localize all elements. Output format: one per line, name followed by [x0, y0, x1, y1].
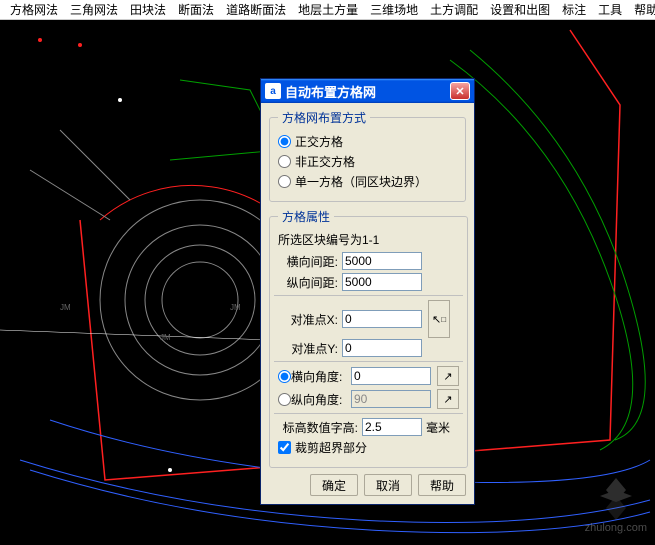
alignx-label: 对准点X: [278, 311, 338, 328]
clip-checkbox[interactable] [278, 441, 291, 454]
hangle-input[interactable] [351, 367, 431, 385]
vangle-radio[interactable] [278, 393, 291, 406]
watermark: zhulong.com [585, 472, 647, 534]
ok-button[interactable]: 确定 [310, 474, 358, 496]
layout-mode-group: 方格网布置方式 正交方格非正交方格单一方格（同区块边界） [269, 109, 466, 202]
clip-label: 裁剪超界部分 [295, 439, 367, 456]
svg-text:JM: JM [230, 303, 241, 312]
vangle-input [351, 390, 431, 408]
menu-item-7[interactable]: 土方调配 [424, 1, 484, 18]
auto-grid-dialog: a 自动布置方格网 ✕ 方格网布置方式 正交方格非正交方格单一方格（同区块边界）… [260, 78, 475, 505]
menu-item-11[interactable]: 帮助 [628, 1, 655, 18]
menu-item-10[interactable]: 工具 [592, 1, 628, 18]
layout-radio-label-0: 正交方格 [295, 133, 343, 150]
svg-text:JM: JM [60, 303, 71, 312]
vangle-label: 纵向角度: [291, 391, 347, 408]
hspacing-label: 横向间距: [278, 253, 338, 270]
layout-radio-1[interactable] [278, 155, 291, 168]
help-button[interactable]: 帮助 [418, 474, 466, 496]
layout-radio-0[interactable] [278, 135, 291, 148]
menu-item-9[interactable]: 标注 [556, 1, 592, 18]
pick-point-button[interactable]: ↖□ [428, 300, 450, 338]
watermark-text: zhulong.com [585, 522, 647, 534]
menu-item-8[interactable]: 设置和出图 [484, 1, 556, 18]
menu-item-6[interactable]: 三维场地 [364, 1, 424, 18]
layout-radio-label-2: 单一方格（同区块边界） [295, 173, 427, 190]
layout-radio-2[interactable] [278, 175, 291, 188]
vspacing-label: 纵向间距: [278, 274, 338, 291]
alignx-input[interactable] [342, 310, 422, 328]
grid-attr-group: 方格属性 所选区块编号为1-1 横向间距: 纵向间距: 对准点X: ↖□ 对准点… [269, 208, 468, 468]
layout-mode-legend: 方格网布置方式 [278, 109, 370, 126]
aligny-label: 对准点Y: [278, 340, 338, 357]
menubar: 方格网法三角网法田块法断面法道路断面法地层土方量三维场地土方调配设置和出图标注工… [0, 0, 655, 20]
svg-text:JM: JM [160, 333, 171, 342]
menu-item-4[interactable]: 道路断面法 [220, 1, 292, 18]
hangle-radio[interactable] [278, 370, 291, 383]
dialog-title: 自动布置方格网 [285, 82, 450, 101]
aligny-input[interactable] [342, 339, 422, 357]
textheight-unit: 毫米 [426, 419, 450, 436]
menu-item-1[interactable]: 三角网法 [64, 1, 124, 18]
layout-radio-label-1: 非正交方格 [295, 153, 355, 170]
textheight-label: 标高数值字高: [278, 419, 358, 436]
hspacing-input[interactable] [342, 252, 422, 270]
menu-item-3[interactable]: 断面法 [172, 1, 220, 18]
pick-hangle-button[interactable]: ↗ [437, 366, 459, 386]
pick-vangle-button[interactable]: ↗ [437, 389, 459, 409]
close-icon[interactable]: ✕ [450, 82, 470, 100]
block-id-note: 所选区块编号为1-1 [278, 231, 459, 248]
menu-item-5[interactable]: 地层土方量 [292, 1, 364, 18]
textheight-input[interactable] [362, 418, 422, 436]
grid-attr-legend: 方格属性 [278, 208, 334, 225]
hangle-label: 横向角度: [291, 368, 347, 385]
app-icon: a [265, 83, 281, 99]
menu-item-2[interactable]: 田块法 [124, 1, 172, 18]
vspacing-input[interactable] [342, 273, 422, 291]
cancel-button[interactable]: 取消 [364, 474, 412, 496]
dialog-titlebar[interactable]: a 自动布置方格网 ✕ [261, 79, 474, 103]
menu-item-0[interactable]: 方格网法 [4, 1, 64, 18]
